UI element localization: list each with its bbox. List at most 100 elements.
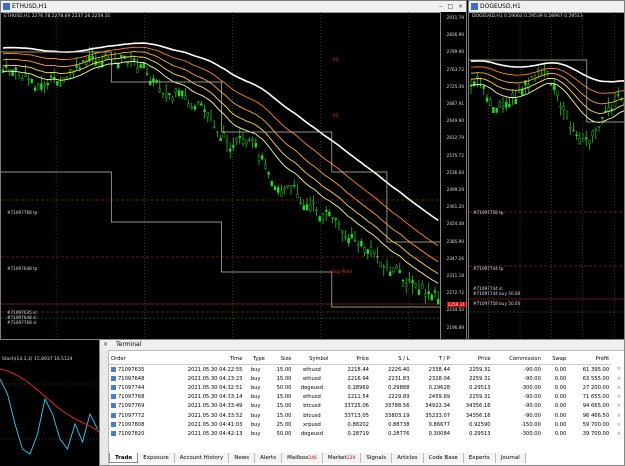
maximize-icon[interactable]: □: [446, 3, 455, 11]
stop-point-label: Stop Point: [331, 269, 353, 274]
candle: [508, 103, 511, 108]
table-row[interactable]: 71097808 2021.05.30 04:41:03 buy 25.00 xrpus…: [109, 420, 623, 429]
column-header[interactable]: Type: [244, 353, 267, 365]
candle: [222, 132, 226, 138]
terminal-panel[interactable]: Terminal × Order Time Type Size Symbol Price S…: [99, 339, 625, 466]
candle: [411, 280, 414, 284]
candle: [91, 55, 94, 59]
table-row[interactable]: 71097769 2021.05.30 04:33:49 buy 15.00 btcus…: [109, 402, 623, 411]
column-header[interactable]: Price: [330, 353, 371, 365]
candle: [206, 112, 210, 117]
column-header[interactable]: Profit: [568, 353, 612, 365]
candle: [398, 269, 401, 274]
ethusd-price-chart[interactable]: [1, 12, 442, 340]
candle: [492, 107, 495, 113]
chart-window-ethusd[interactable]: ETHUSD,H1 – □ × ETHUSD,H1 2276.78 2278.6…: [0, 0, 467, 340]
stochastic-plot: [0, 368, 99, 455]
table-cell: ethusd: [303, 375, 321, 382]
table-cell: buy: [250, 412, 261, 419]
tab-market[interactable]: Market229: [322, 453, 362, 463]
tab-label: Alerts: [260, 455, 277, 461]
candle: [616, 94, 620, 96]
column-header[interactable]: Size: [266, 353, 294, 365]
close-position-icon[interactable]: ×: [611, 402, 623, 411]
chart-window-dogeusd[interactable]: DOGEUSD,H1 DOGEUSD,H1 0.29063 0.29539 0.…: [468, 0, 625, 340]
minimize-icon[interactable]: –: [436, 3, 445, 11]
close-icon[interactable]: ×: [456, 3, 465, 11]
tab-trade[interactable]: Trade: [109, 453, 139, 463]
price-tick: 2575.72: [446, 152, 464, 158]
candle: [120, 54, 123, 58]
column-header[interactable]: T / P: [411, 353, 453, 365]
candle: [591, 131, 594, 137]
candle: [177, 90, 181, 97]
column-header[interactable]: Commission: [492, 353, 543, 365]
tab-account-history[interactable]: Account History: [174, 453, 230, 463]
table-cell: 0.00: [554, 384, 567, 391]
table-row[interactable]: 71097744 2021.05.30 04:32:51 buy 50.00 dogeu…: [109, 383, 623, 392]
column-header[interactable]: Order: [109, 353, 162, 365]
candle: [267, 172, 270, 175]
price-scale-ethusd[interactable]: 2911.79 2836.90 2799.90 2763.72 2725.36 2687.…: [440, 12, 466, 339]
table-row[interactable]: 71097772 2021.05.30 04:33:52 buy 15.00 btcus…: [109, 411, 623, 420]
candle: [594, 129, 598, 131]
table-cell: 0.00: [554, 375, 567, 382]
table-row[interactable]: 71097635 2021.05.30 04:22:55 buy 15.00 ethus…: [109, 365, 623, 375]
table-cell: 2259.31: [469, 375, 491, 382]
table-row[interactable]: 71097768 2021.05.30 04:33:14 buy 15.00 ethus…: [109, 393, 623, 402]
close-position-icon[interactable]: ×: [611, 420, 623, 429]
candle: [514, 98, 517, 105]
table-cell: 0.29628: [428, 384, 451, 391]
tab-exposure[interactable]: Exposure: [138, 453, 175, 463]
candle: [289, 185, 293, 187]
candle: [168, 93, 171, 96]
tab-news[interactable]: News: [229, 453, 256, 463]
toolbox-side-strip[interactable]: [100, 350, 109, 465]
candle: [43, 83, 46, 87]
column-header[interactable]: Time: [161, 353, 245, 365]
current-price-label: 2259.31: [446, 302, 466, 307]
table-cell: buy: [250, 403, 261, 410]
order-id: 71097648: [118, 375, 145, 382]
moving-average-line: [2, 51, 439, 263]
table-cell: -300.00: [520, 430, 541, 437]
column-header[interactable]: S / L: [370, 353, 412, 365]
candle: [485, 97, 489, 102]
candle: [498, 102, 501, 108]
table-cell: 39 700.00: [582, 430, 610, 437]
tab-alerts[interactable]: Alerts: [255, 453, 283, 463]
tab-signals[interactable]: Signals: [361, 453, 393, 463]
tab-experts[interactable]: Experts: [463, 453, 496, 463]
table-row[interactable]: 71097820 2021.05.30 04:42:13 buy 50.00 dogeu…: [109, 429, 623, 438]
candle: [588, 140, 591, 144]
table-cell: 2021.05.30 04:23:23: [187, 375, 243, 382]
candle: [200, 103, 203, 106]
tab-articles[interactable]: Articles: [392, 453, 424, 463]
table-cell: -90.00: [524, 375, 541, 382]
stochastic-indicator-window[interactable]: Stoch(14,3,3) 15.8937 16.5124: [0, 354, 99, 466]
close-position-icon[interactable]: ×: [611, 411, 623, 420]
candle: [161, 93, 165, 95]
candle: [21, 77, 24, 81]
close-position-icon[interactable]: ×: [611, 429, 623, 438]
close-position-icon[interactable]: ×: [611, 374, 623, 383]
close-position-icon[interactable]: ×: [611, 365, 623, 375]
candle: [395, 265, 398, 269]
tab-mailbox[interactable]: Mailbox246: [282, 453, 323, 463]
order-id: 71097772: [118, 412, 145, 419]
table-row[interactable]: 71097648 2021.05.30 04:23:23 buy 15.00 ethus…: [109, 374, 623, 383]
column-header[interactable]: Swap: [542, 353, 569, 365]
candle: [75, 65, 78, 68]
tab-journal[interactable]: Journal: [495, 453, 526, 463]
order-icon: [111, 394, 116, 400]
candle: [280, 190, 283, 197]
close-position-icon[interactable]: ×: [611, 393, 623, 402]
close-position-icon[interactable]: ×: [611, 383, 623, 392]
tab-code-base[interactable]: Code Base: [423, 453, 464, 463]
column-header[interactable]: Price: [452, 353, 493, 365]
table-cell: 96 466.50: [582, 412, 610, 419]
column-header[interactable]: Symbol: [293, 353, 331, 365]
close-icon[interactable]: ×: [103, 341, 108, 348]
candle: [305, 204, 309, 211]
table-cell: 27 200.00: [582, 384, 610, 391]
